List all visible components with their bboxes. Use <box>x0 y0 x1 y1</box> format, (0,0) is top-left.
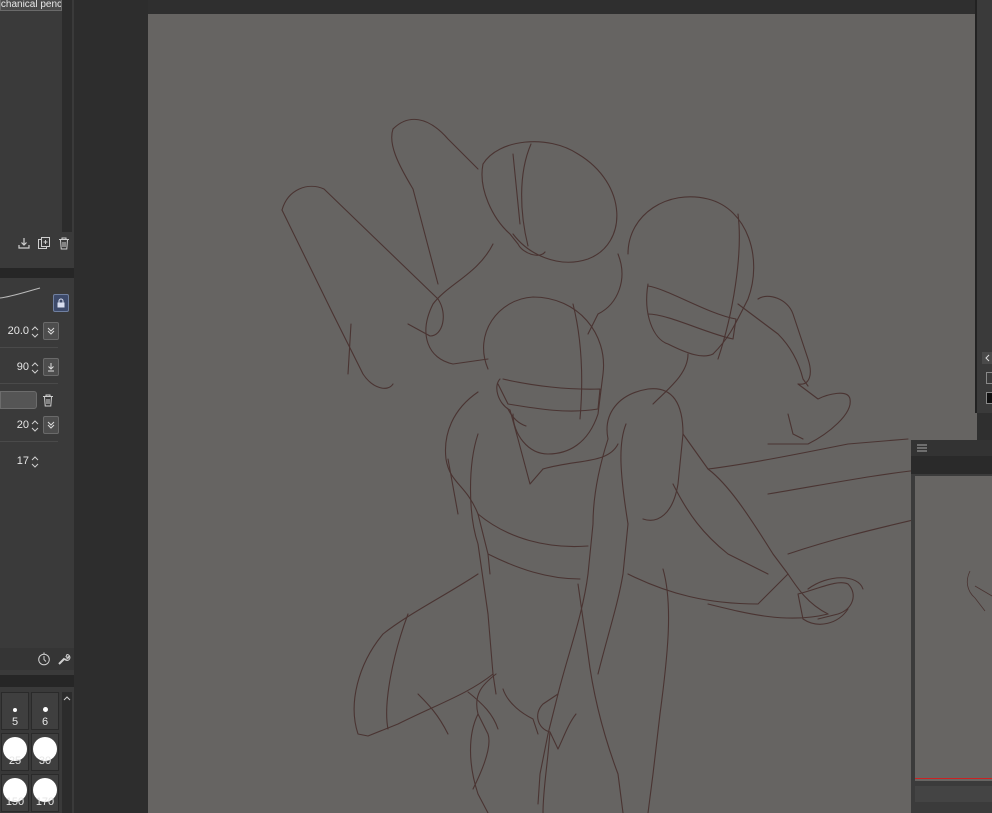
row-divider <box>0 441 58 442</box>
sketch-artwork <box>281 118 948 813</box>
brush-size-spinner[interactable] <box>30 324 40 340</box>
panel-separator <box>0 268 74 278</box>
workspace-background <box>74 0 148 813</box>
drawing-canvas[interactable] <box>148 14 977 813</box>
brush-tip-dot <box>42 707 48 712</box>
brush-size-option[interactable]: 150 <box>1 774 29 812</box>
brush-size-label: 25 <box>8 755 22 767</box>
panel-color-swatch[interactable] <box>986 392 992 404</box>
brush-palette-scrollbar[interactable] <box>62 692 72 813</box>
texture-density-dynamics-icon[interactable] <box>43 416 59 434</box>
brush-tip-dot <box>13 708 17 712</box>
brush-stroke-preview <box>0 287 41 299</box>
navigator-toolbar <box>911 456 992 474</box>
brush-size-label: 30 <box>38 755 52 767</box>
lock-icon[interactable] <box>53 294 69 312</box>
texture-select-field[interactable] <box>0 391 37 409</box>
delete-subtool-icon[interactable] <box>56 235 72 251</box>
tool-property-panel: Mechanical pencil 20.0 90 20 17 <box>0 0 74 813</box>
navigator-scrollbar[interactable] <box>915 786 992 802</box>
navigator-view-frame <box>915 778 992 779</box>
brush-size-label: 6 <box>41 716 49 728</box>
brush-size-option[interactable]: 6 <box>31 692 59 730</box>
brush-size-option[interactable]: 170 <box>31 774 59 812</box>
brush-density-dynamics-icon[interactable] <box>43 358 59 376</box>
sub-tool-name-tab[interactable]: Mechanical pencil <box>0 0 62 11</box>
brush-density-value[interactable]: 90 <box>0 361 29 373</box>
stabilization-spinner[interactable] <box>30 454 40 470</box>
panel-checkbox[interactable] <box>986 372 992 384</box>
reset-to-default-icon[interactable] <box>36 651 52 667</box>
brush-size-option[interactable]: 5 <box>1 692 29 730</box>
brush-size-dynamics-icon[interactable] <box>43 322 59 340</box>
brush-size-option[interactable]: 30 <box>31 733 59 771</box>
subtool-list-scrollbar[interactable] <box>62 0 72 232</box>
texture-density-spinner[interactable] <box>30 418 40 434</box>
panel-separator <box>0 675 74 687</box>
brush-size-option[interactable]: 25 <box>1 733 29 771</box>
row-divider <box>0 347 58 348</box>
copy-to-file-icon[interactable] <box>16 235 32 251</box>
stabilization-value[interactable]: 17 <box>0 455 29 467</box>
navigator-header <box>911 440 992 456</box>
brush-size-label: 150 <box>5 796 25 808</box>
texture-density-value[interactable]: 20 <box>0 419 29 431</box>
collapse-panel-arrow-icon[interactable] <box>982 352 992 364</box>
brush-density-spinner[interactable] <box>30 360 40 376</box>
brush-size-label: 170 <box>35 796 55 808</box>
navigator-thumbnail <box>966 570 992 612</box>
brush-size-value[interactable]: 20.0 <box>0 325 29 337</box>
clear-texture-trash-icon[interactable] <box>40 392 56 408</box>
navigator-panel <box>911 440 992 813</box>
navigator-preview[interactable] <box>915 476 992 781</box>
panel-menu-icon[interactable] <box>917 444 927 452</box>
subtool-detail-wrench-icon[interactable] <box>56 651 72 667</box>
brush-size-label: 5 <box>11 716 19 728</box>
scroll-up-arrow-icon[interactable] <box>62 693 72 703</box>
duplicate-subtool-icon[interactable] <box>36 235 52 251</box>
row-divider <box>0 383 58 384</box>
